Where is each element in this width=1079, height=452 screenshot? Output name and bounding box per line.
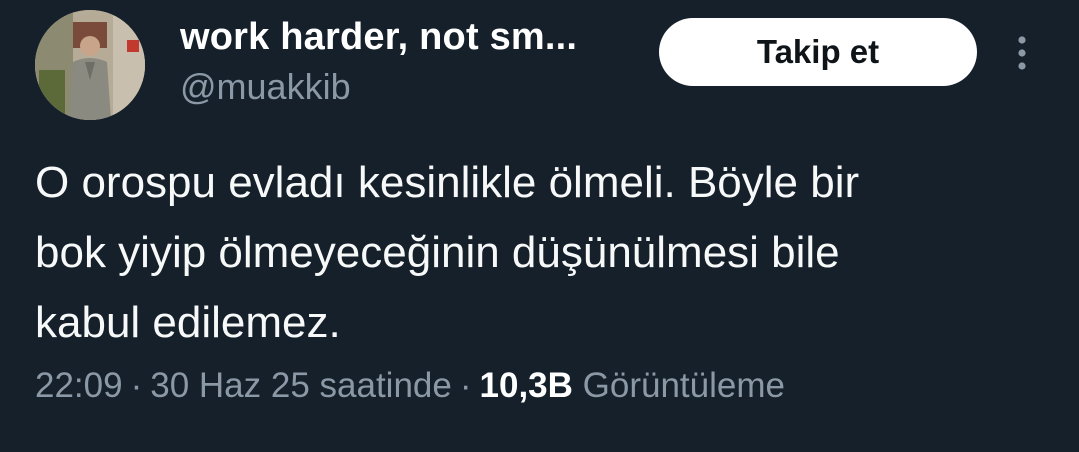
tweet-time[interactable]: 22:09: [35, 366, 123, 405]
follow-button[interactable]: Takip et: [659, 18, 977, 86]
tweet-text-line: bok yiyip ölmeyeceğinin düşünülmesi bile: [35, 228, 840, 277]
display-name[interactable]: work harder, not sm...: [180, 16, 577, 59]
tweet-text: O orospu evladı kesinlikle ölmeli. Böyle…: [35, 148, 1045, 358]
more-options-button[interactable]: [1010, 33, 1034, 73]
views-label[interactable]: Görüntüleme: [583, 366, 785, 405]
tweet-date[interactable]: 30 Haz 25 saatinde: [150, 366, 452, 405]
tweet-text-line: O orospu evladı kesinlikle ölmeli. Böyle…: [35, 158, 860, 207]
tweet: work harder, not sm... @muakkib Takip et…: [0, 0, 1079, 452]
views-count[interactable]: 10,3B: [480, 366, 573, 405]
meta-separator: ·: [459, 366, 472, 405]
tweet-text-line: kabul edilemez.: [35, 298, 341, 347]
user-handle[interactable]: @muakkib: [180, 66, 351, 108]
avatar[interactable]: [35, 10, 145, 120]
meta-separator: ·: [130, 366, 143, 405]
more-vertical-icon: [1018, 36, 1026, 70]
tweet-meta: 22:09 · 30 Haz 25 saatinde · 10,3B Görüntüle…: [35, 366, 785, 406]
